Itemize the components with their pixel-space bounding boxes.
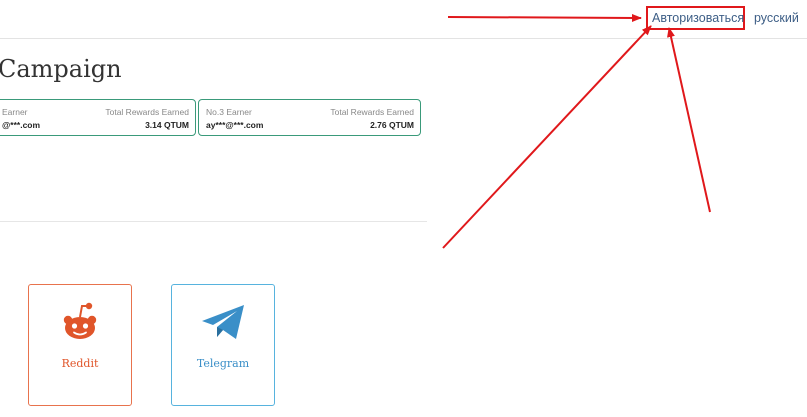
total-rewards-label: Total Rewards Earned xyxy=(105,107,189,117)
reddit-icon xyxy=(29,297,131,347)
reddit-label: Reddit xyxy=(61,357,99,370)
section-divider xyxy=(0,221,427,222)
page-title: Campaign xyxy=(0,55,122,83)
login-link[interactable]: Авторизоваться xyxy=(652,11,744,25)
reddit-task-card[interactable]: Reddit xyxy=(28,284,132,406)
top-earner-card: No.3 Earner Total Rewards Earned ay***@*… xyxy=(198,99,421,136)
annotation-arrow xyxy=(442,25,652,249)
top-earner-card: Earner Total Rewards Earned @***.com 3.1… xyxy=(0,99,196,136)
earner-rank-label: Earner xyxy=(2,107,28,117)
telegram-label: Telegram xyxy=(196,357,250,370)
annotation-arrow xyxy=(667,27,711,213)
earner-email: ay***@***.com xyxy=(206,120,264,130)
telegram-icon xyxy=(172,297,274,347)
total-rewards-label: Total Rewards Earned xyxy=(330,107,414,117)
earner-amount: 2.76 QTUM xyxy=(370,120,414,130)
earner-rank-label: No.3 Earner xyxy=(206,107,252,117)
language-selector[interactable]: русский xyxy=(754,11,799,25)
earner-email: @***.com xyxy=(2,120,41,130)
telegram-task-card[interactable]: Telegram xyxy=(171,284,275,406)
earner-amount: 3.14 QTUM xyxy=(145,120,189,130)
